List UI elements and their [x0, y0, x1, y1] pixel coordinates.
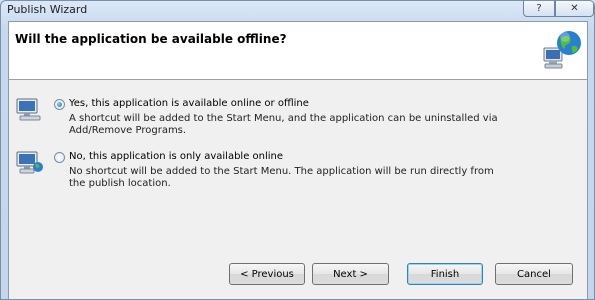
computer-available-icon — [16, 98, 41, 121]
options-area: Yes, this application is available onlin… — [9, 79, 587, 259]
globe-computer-icon — [543, 31, 581, 69]
online-offline-description: A shortcut will be added to the Start Me… — [69, 113, 498, 136]
online-offline-label[interactable]: Yes, this application is available onlin… — [69, 98, 309, 109]
close-button[interactable]: ✕ — [555, 1, 594, 17]
online-offline-radio[interactable] — [54, 99, 65, 110]
previous-button[interactable]: < Previous — [229, 263, 305, 285]
computer-globe-icon — [16, 151, 43, 174]
online-only-radio[interactable] — [54, 152, 65, 163]
close-icon: ✕ — [570, 3, 579, 14]
cancel-button[interactable]: Cancel — [495, 263, 573, 285]
window-title: Publish Wizard — [7, 3, 88, 16]
wizard-header: Will the application be available offlin… — [9, 22, 587, 80]
wizard-footer: < Previous Next > Finish Cancel — [9, 259, 587, 299]
online-only-description: No shortcut will be added to the Start M… — [69, 166, 494, 189]
help-button[interactable]: ? — [523, 1, 555, 17]
help-icon: ? — [536, 3, 542, 14]
finish-button[interactable]: Finish — [407, 263, 483, 285]
online-only-label[interactable]: No, this application is only available o… — [69, 151, 283, 162]
publish-wizard-window: Publish Wizard ? ✕ Will the application … — [0, 0, 595, 300]
wizard-client-area: Will the application be available offlin… — [8, 21, 588, 299]
page-title: Will the application be available offlin… — [15, 32, 287, 46]
title-bar[interactable]: Publish Wizard ? ✕ — [1, 1, 594, 21]
next-button[interactable]: Next > — [312, 263, 389, 285]
